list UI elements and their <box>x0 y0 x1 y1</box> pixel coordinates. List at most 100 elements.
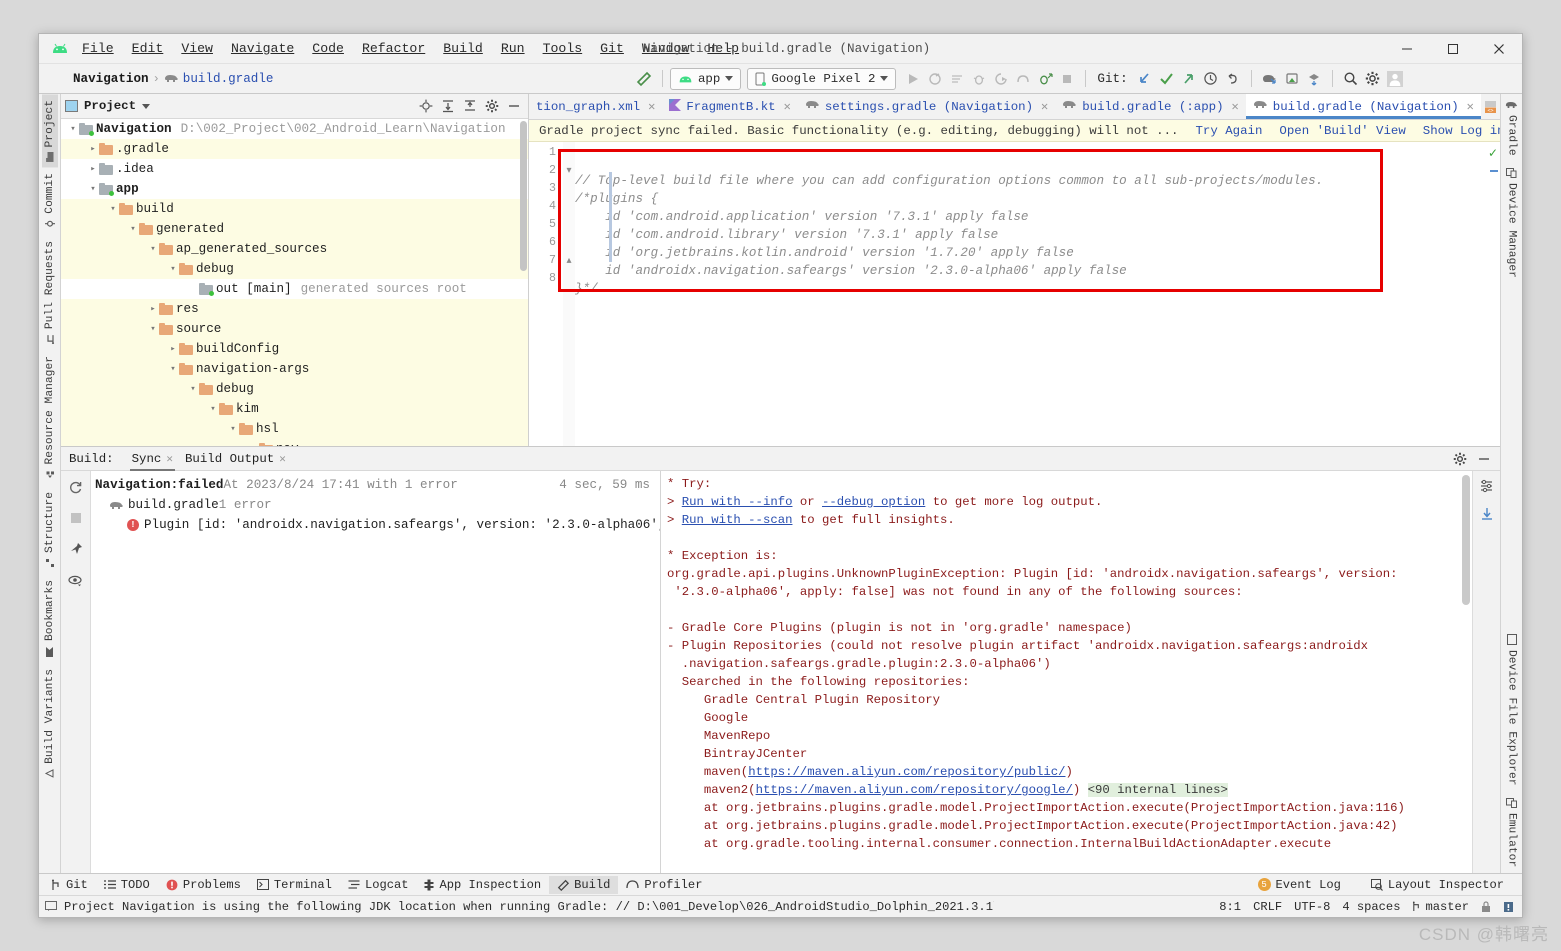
tree-item[interactable]: ▸ .gradle <box>61 139 528 159</box>
avatar-icon[interactable] <box>1384 68 1406 90</box>
bottom-tool-git[interactable]: Git <box>43 876 96 894</box>
menu-git[interactable]: Git <box>591 38 633 59</box>
apply-changes-icon[interactable] <box>1034 68 1056 90</box>
tree-item[interactable]: ▾ build <box>61 199 528 219</box>
tab-sync[interactable]: Sync ✕ <box>126 450 179 471</box>
file-encoding[interactable]: UTF-8 <box>1294 900 1330 914</box>
tree-item[interactable]: ▾ debug <box>61 379 528 399</box>
tab-build-output[interactable]: Build Output ✕ <box>179 450 292 468</box>
internal-lines-badge[interactable]: <90 internal lines> <box>1087 783 1228 797</box>
tree-item[interactable]: ▸ res <box>61 299 528 319</box>
build-log-output[interactable]: * Try: > Run with --info or --debug optio… <box>661 471 1472 873</box>
build-log-scrollbar[interactable] <box>1462 475 1470 605</box>
lock-icon[interactable] <box>1481 900 1491 913</box>
build-result-root[interactable]: Navigation: failed At 2023/8/24 17:41 wi… <box>95 475 660 495</box>
device-selector[interactable]: Google Pixel 2 <box>747 67 897 90</box>
run-icon[interactable] <box>902 68 924 90</box>
minimize-button[interactable] <box>1384 34 1430 64</box>
module-selector[interactable]: app <box>670 67 742 90</box>
sidebar-item-structure[interactable]: Structure <box>42 486 58 574</box>
locate-icon[interactable] <box>416 96 436 116</box>
close-icon[interactable]: ✕ <box>1041 99 1048 114</box>
menu-navigate[interactable]: Navigate <box>222 38 303 59</box>
menu-code[interactable]: Code <box>303 38 353 59</box>
collapse-all-icon[interactable] <box>460 96 480 116</box>
bottom-tool-app-inspection[interactable]: App Inspection <box>416 876 549 894</box>
close-icon[interactable]: ✕ <box>279 452 286 466</box>
tree-item[interactable]: ▾ navigation-args <box>61 359 528 379</box>
close-icon[interactable]: ✕ <box>1232 99 1239 114</box>
run-with-coverage-icon[interactable] <box>990 68 1012 90</box>
menu-build[interactable]: Build <box>434 38 492 59</box>
bottom-tool-logcat[interactable]: Logcat <box>340 876 417 894</box>
search-icon[interactable] <box>1340 68 1362 90</box>
bottom-tool-profiler[interactable]: Profiler <box>618 876 710 894</box>
menu-run[interactable]: Run <box>492 38 534 59</box>
sidebar-item-device-file-explorer[interactable]: Device File Explorer <box>1504 628 1520 792</box>
pin-icon[interactable] <box>67 540 85 558</box>
show-log-in-explorer-link[interactable]: Show Log in Explorer <box>1423 124 1500 138</box>
chevron-down-icon[interactable]: ▾ <box>127 224 139 234</box>
git-update-icon[interactable] <box>1134 68 1156 90</box>
chevron-right-icon[interactable]: ▸ <box>87 144 99 154</box>
chevron-down-icon[interactable]: ▾ <box>227 424 239 434</box>
tree-item[interactable]: ▸ buildConfig <box>61 339 528 359</box>
download-icon[interactable] <box>1478 505 1496 523</box>
sidebar-item-bookmarks[interactable]: Bookmarks <box>42 574 58 663</box>
preview-mode-icon[interactable]: <> <box>1481 97 1500 117</box>
hide-icon[interactable] <box>1474 449 1494 469</box>
log-link[interactable]: Run with --scan <box>682 513 793 527</box>
chevron-right-icon[interactable]: ▸ <box>167 344 179 354</box>
tree-item[interactable]: ▾ kim <box>61 399 528 419</box>
code-editor[interactable]: 12345678 ▾ ▴ // Top-level build file whe… <box>529 142 1500 446</box>
attach-debugger-icon[interactable] <box>924 68 946 90</box>
sidebar-item-gradle[interactable]: Gradle <box>1503 94 1520 162</box>
editor-tab[interactable]: settings.gradle (Navigation) ✕ <box>798 94 1055 119</box>
build-result-file[interactable]: build.gradle 1 error <box>95 495 660 515</box>
tree-item[interactable]: out [main] generated sources root <box>61 279 528 299</box>
chevron-right-icon[interactable]: ▸ <box>87 164 99 174</box>
editor-inspection-gutter[interactable]: ✓ <box>1488 142 1500 446</box>
menu-file[interactable]: File <box>73 38 123 59</box>
chevron-down-icon[interactable]: ▾ <box>187 384 199 394</box>
bottom-tool-problems[interactable]: Problems <box>158 876 249 894</box>
fold-marker[interactable]: ▾ <box>563 162 575 180</box>
log-link[interactable]: https://maven.aliyun.com/repository/publ… <box>748 765 1065 779</box>
log-link[interactable]: Run with --info <box>682 495 793 509</box>
sidebar-item-resource-manager[interactable]: Resource Manager <box>42 350 58 485</box>
tree-item[interactable]: ▾ app <box>61 179 528 199</box>
editor-tab[interactable]: FragmentB.kt ✕ <box>662 94 797 119</box>
menu-refactor[interactable]: Refactor <box>353 38 434 59</box>
tree-item[interactable]: ▾ source <box>61 319 528 339</box>
chevron-down-icon[interactable]: ▾ <box>107 204 119 214</box>
history-icon[interactable] <box>1200 68 1222 90</box>
sdk-manager-icon[interactable] <box>1259 68 1281 90</box>
indent-setting[interactable]: 4 spaces <box>1342 900 1400 914</box>
git-commit-icon[interactable] <box>1156 68 1178 90</box>
bottom-tool-event-log[interactable]: 5 Event Log <box>1250 876 1349 894</box>
gear-icon[interactable] <box>1450 449 1470 469</box>
hide-icon[interactable] <box>504 96 524 116</box>
project-tree[interactable]: ▾ Navigation D:\002_Project\002_Android_Le… <box>61 119 528 446</box>
settings-list-icon[interactable] <box>1478 477 1496 495</box>
code-text[interactable]: // Top-level build file where you can ad… <box>575 142 1488 446</box>
sidebar-item-emulator[interactable]: Emulator <box>1504 792 1520 873</box>
gear-icon[interactable] <box>1362 68 1384 90</box>
debug-icon[interactable] <box>968 68 990 90</box>
menu-edit[interactable]: Edit <box>123 38 173 59</box>
chevron-down-icon[interactable]: ▾ <box>67 124 79 134</box>
tree-item[interactable]: ▾ nav <box>61 439 528 446</box>
build-result-tree[interactable]: Navigation: failed At 2023/8/24 17:41 wi… <box>91 471 661 873</box>
git-push-icon[interactable] <box>1178 68 1200 90</box>
bottom-tool-todo[interactable]: TODO <box>96 876 158 894</box>
profiler-icon[interactable] <box>1012 68 1034 90</box>
close-icon[interactable]: ✕ <box>784 99 791 114</box>
chevron-down-icon[interactable]: ▾ <box>167 264 179 274</box>
undo-icon[interactable] <box>1222 68 1244 90</box>
rerun-icon[interactable] <box>67 478 85 496</box>
stop-icon[interactable] <box>1056 68 1078 90</box>
sidebar-item-pull-requests[interactable]: Pull Requests <box>42 235 58 350</box>
fold-marker[interactable]: ▴ <box>563 252 575 270</box>
build-error-row[interactable]: ! Plugin [id: 'androidx.navigation.safea… <box>95 515 660 535</box>
hammer-build-icon[interactable] <box>633 68 655 90</box>
